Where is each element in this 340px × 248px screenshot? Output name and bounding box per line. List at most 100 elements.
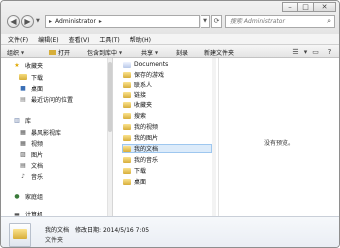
list-item[interactable]: 下载 xyxy=(123,166,213,175)
root-chevron-icon[interactable]: ▸ xyxy=(49,18,52,25)
organize-button[interactable]: 组织 ▼ xyxy=(7,48,24,57)
details-modified: 修改日期: 2014/5/16 7:05 xyxy=(75,227,150,234)
file-name: 我的图片 xyxy=(134,135,159,142)
folder-icon xyxy=(123,178,131,185)
menu-view[interactable]: 查看(V) xyxy=(69,35,90,44)
desktop-icon: ■ xyxy=(20,85,26,92)
address-dropdown-icon[interactable]: ▼ xyxy=(201,15,210,28)
window-controls: – □ ✕ xyxy=(282,2,336,12)
refresh-button[interactable]: ⟳ xyxy=(211,15,222,28)
details-type: 文件夹 xyxy=(45,237,64,244)
file-name: 我的音乐 xyxy=(134,157,159,164)
list-item[interactable]: 我的图片 xyxy=(123,133,213,142)
chevron-down-icon: ▼ xyxy=(155,50,159,55)
navigation-scrollbar[interactable] xyxy=(107,58,112,216)
list-item[interactable]: 保存的游戏 xyxy=(123,70,213,79)
nav-favorites[interactable]: ★ 收藏夹 xyxy=(13,61,43,70)
star-icon: ★ xyxy=(14,62,20,69)
file-name: 搜索 xyxy=(134,113,147,120)
back-button[interactable]: ◀ xyxy=(7,15,20,28)
include-in-library-label: 包含到库中 xyxy=(87,50,118,57)
menu-help[interactable]: 帮助(H) xyxy=(130,35,151,44)
download-folder-icon xyxy=(19,74,27,81)
folder-icon xyxy=(123,91,131,98)
list-item[interactable]: 链接 xyxy=(123,90,213,99)
pictures-icon: ▨ xyxy=(20,151,26,158)
list-item[interactable]: 我的视频 xyxy=(123,122,213,131)
nav-favorites-label: 收藏夹 xyxy=(25,63,44,70)
address-bar[interactable]: ▸ Administrator ▸ xyxy=(45,15,200,28)
menu-edit[interactable]: 编辑(E) xyxy=(38,35,58,44)
recent-pages-dropdown-icon[interactable]: ▼ xyxy=(36,18,40,24)
new-folder-button[interactable]: 新建文件夹 xyxy=(204,48,234,57)
nav-libraries[interactable]: ▥ 库 xyxy=(13,116,31,125)
share-button[interactable]: 共享 ▼ xyxy=(141,48,158,57)
details-name: 我的文档 xyxy=(45,227,70,234)
nav-recent[interactable]: ▤ 最近访问的位置 xyxy=(19,95,73,104)
view-options-icon[interactable]: ☰ xyxy=(291,48,300,56)
chevron-right-icon[interactable]: ▸ xyxy=(99,18,102,25)
search-input[interactable] xyxy=(230,18,322,25)
include-in-library-button[interactable]: 包含到库中 ▼ xyxy=(87,48,122,57)
minimize-button[interactable]: – xyxy=(282,2,298,12)
nav-homegroup[interactable]: ● 家庭组 xyxy=(13,192,43,201)
open-button[interactable]: 打开 xyxy=(49,48,70,57)
file-name: 下载 xyxy=(134,168,147,175)
explorer-window: – □ ✕ ◀ ▶ ▼ ▸ Administrator ▸ ▼ ⟳ ⌕ 文件(F… xyxy=(0,0,340,248)
list-item[interactable]: 联系人 xyxy=(123,80,213,89)
maximize-button[interactable]: □ xyxy=(298,2,314,12)
breadcrumb-administrator[interactable]: Administrator xyxy=(55,18,96,25)
forward-button[interactable]: ▶ xyxy=(21,15,34,28)
menu-tools[interactable]: 工具(T) xyxy=(99,35,119,44)
nav-documents[interactable]: ▤ 文档 xyxy=(19,161,43,170)
folder-icon xyxy=(123,167,131,174)
details-title: 我的文档 修改日期: 2014/5/16 7:05 xyxy=(45,225,149,234)
title-bar: – □ ✕ ◀ ▶ ▼ ▸ Administrator ▸ ▼ ⟳ ⌕ xyxy=(1,1,339,34)
nav-desktop[interactable]: ■ 桌面 xyxy=(19,84,43,93)
close-button[interactable]: ✕ xyxy=(314,2,336,12)
list-item[interactable]: Documents xyxy=(123,60,213,69)
folder-icon xyxy=(123,101,131,108)
details-pane: 我的文档 修改日期: 2014/5/16 7:05 文件夹 xyxy=(1,216,339,247)
chevron-down-icon[interactable]: ▾ xyxy=(301,48,310,56)
list-item[interactable]: 我的音乐 xyxy=(123,155,213,164)
preview-pane-icon[interactable]: ▭ xyxy=(311,48,320,56)
list-item-selected[interactable]: 我的文档 xyxy=(122,144,212,153)
nav-desktop-label: 桌面 xyxy=(31,86,44,93)
video-icon: ▦ xyxy=(20,140,26,147)
nav-video[interactable]: ▦ 视频 xyxy=(19,139,43,148)
file-list: Documents 保存的游戏 联系人 链接 收藏夹 搜索 我的视频 我的图片 xyxy=(114,58,218,216)
nav-recent-label: 最近访问的位置 xyxy=(31,97,74,104)
nav-downloads[interactable]: 下载 xyxy=(19,73,43,82)
list-item[interactable]: 桌面 xyxy=(123,177,213,186)
file-name: 收藏夹 xyxy=(134,102,153,109)
burn-label: 刻录 xyxy=(176,50,189,57)
organize-label: 组织 xyxy=(7,50,20,57)
scrollbar-thumb[interactable] xyxy=(108,62,112,132)
navigation-pane: ★ 收藏夹 下载 ■ 桌面 ▤ 最近访问的位置 ▥ 库 ▦ 暴风影视库 ▦ 视频… xyxy=(1,58,113,219)
documents-icon: ▤ xyxy=(20,162,26,169)
open-label: 打开 xyxy=(58,50,71,57)
new-folder-label: 新建文件夹 xyxy=(204,50,235,57)
folder-icon xyxy=(123,112,131,119)
list-item[interactable]: 搜索 xyxy=(123,111,213,120)
preview-pane: 没有预览。 xyxy=(218,58,339,216)
menu-file[interactable]: 文件(F) xyxy=(8,35,28,44)
help-icon[interactable]: ? xyxy=(325,48,334,56)
nav-music[interactable]: ♪ 音乐 xyxy=(19,172,43,181)
search-icon[interactable]: ⌕ xyxy=(327,17,331,26)
nav-pictures[interactable]: ▨ 图片 xyxy=(19,150,43,159)
file-name: 链接 xyxy=(134,92,147,99)
no-preview-text: 没有预览。 xyxy=(264,140,295,147)
file-name: 我的文档 xyxy=(134,146,159,153)
burn-button[interactable]: 刻录 xyxy=(176,48,188,57)
folder-icon xyxy=(123,156,131,163)
folder-open-icon xyxy=(49,50,56,55)
folder-icon xyxy=(123,61,131,68)
music-icon: ♪ xyxy=(21,173,25,180)
nav-video-library[interactable]: ▦ 暴风影视库 xyxy=(19,128,61,137)
list-item[interactable]: 收藏夹 xyxy=(123,100,213,109)
search-box[interactable]: ⌕ xyxy=(225,15,335,28)
file-list-scrollbar[interactable] xyxy=(212,58,216,216)
video-library-icon: ▦ xyxy=(20,129,26,136)
